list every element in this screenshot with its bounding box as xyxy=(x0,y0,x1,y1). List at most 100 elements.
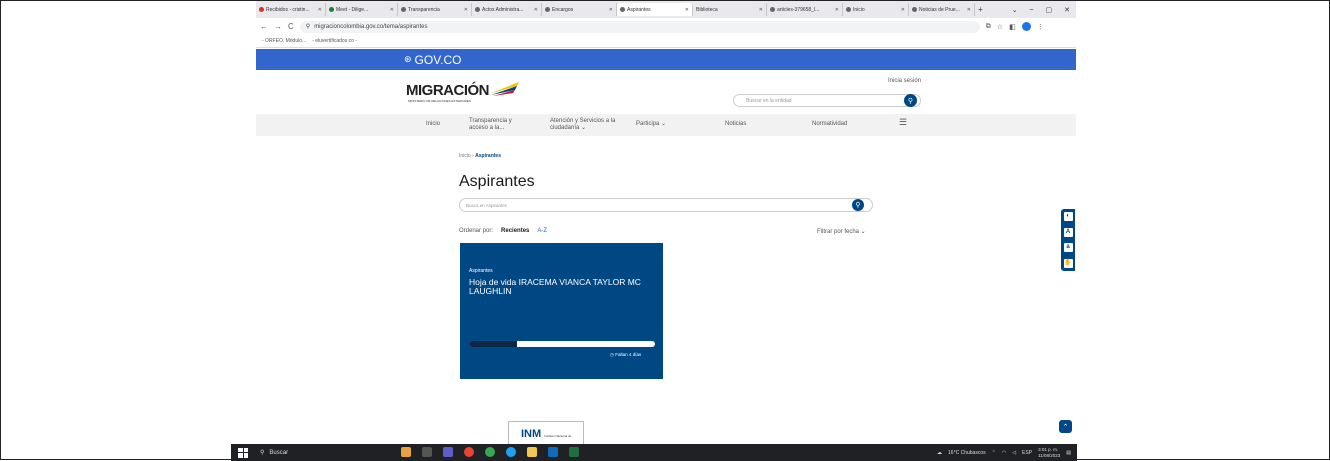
tab-2[interactable]: Transparencia ✕ xyxy=(398,3,472,16)
close-window-icon[interactable]: ✕ xyxy=(1064,6,1070,14)
sign-language-icon[interactable]: ✋ xyxy=(1063,258,1073,268)
card-title[interactable]: Hoja de vida IRACEMA VIANCA TAYLOR MC LA… xyxy=(469,278,649,296)
menu-dots-icon[interactable]: ⋮ xyxy=(1037,23,1044,31)
new-tab-button[interactable]: + xyxy=(975,3,986,16)
nav-normatividad[interactable]: Normatividad xyxy=(812,121,847,128)
close-icon[interactable]: ✕ xyxy=(835,7,839,13)
tab-0[interactable]: Recibidos - cristin... ✕ xyxy=(256,3,326,16)
font-increase-icon[interactable]: A xyxy=(1063,227,1073,237)
sort-options: Ordenar por: Recientes A-Z xyxy=(459,228,547,234)
tab-3[interactable]: Actos Administra... ✕ xyxy=(472,3,542,16)
minimize-icon[interactable]: – xyxy=(1030,6,1034,14)
breadcrumb-home[interactable]: Inicio xyxy=(459,153,471,159)
breadcrumb-current: Aspirantes xyxy=(475,153,501,159)
close-icon[interactable]: ✕ xyxy=(464,7,468,13)
migracion-logo[interactable]: MIGRACIÓN xyxy=(406,82,490,99)
forward-icon[interactable]: → xyxy=(274,22,282,31)
profile-avatar[interactable] xyxy=(1021,22,1031,31)
url-field[interactable]: ⚲ migracioncolombia.gov.co/tema/aspirant… xyxy=(299,20,980,33)
wifi-icon[interactable]: ◠ xyxy=(1002,450,1006,456)
weather-text[interactable]: 16°C Chubascos xyxy=(948,450,986,456)
chevron-down-icon[interactable]: ⌄ xyxy=(1012,6,1018,14)
govco-bar: ⊛ GOV.CO xyxy=(256,49,1076,70)
tab-4[interactable]: Encargos ✕ xyxy=(542,3,617,16)
nav-transparencia[interactable]: Transparencia y acceso a la... xyxy=(469,118,529,132)
notifications-icon[interactable]: ▤ xyxy=(1066,450,1071,456)
breadcrumb: Inicio › Aspirantes xyxy=(459,153,501,159)
search-icon[interactable]: ⚲ xyxy=(852,199,864,211)
logo-subtitle: MINISTERIO DE RELACIONES EXTERIORES xyxy=(408,99,471,103)
task-view-icon[interactable] xyxy=(422,447,432,457)
main-nav: Inicio Transparencia y acceso a la... At… xyxy=(256,114,1076,136)
close-icon[interactable]: ✕ xyxy=(759,7,763,13)
file-explorer-app-icon[interactable] xyxy=(527,447,537,457)
nav-noticias[interactable]: Noticias xyxy=(725,121,746,128)
reload-icon[interactable]: C xyxy=(288,22,294,31)
close-icon[interactable]: ✕ xyxy=(685,7,689,13)
chrome-profile-app-icon[interactable] xyxy=(485,447,495,457)
nav-participa[interactable]: Participa ⌄ xyxy=(636,121,666,128)
outlook-app-icon[interactable] xyxy=(548,447,558,457)
bookmark-1[interactable]: - eluvertificados.co - xyxy=(312,38,357,44)
close-icon[interactable]: ✕ xyxy=(318,7,322,13)
site-info-icon[interactable]: ⚲ xyxy=(306,23,310,30)
card-category: Aspirantes xyxy=(469,268,493,274)
tab-9[interactable]: Noticias de Prue... ✕ xyxy=(909,3,975,16)
tab-favicon-icon xyxy=(259,7,264,12)
share-icon[interactable]: ⧉ xyxy=(986,23,991,31)
taskbar-search[interactable]: ⚲ Buscar xyxy=(260,449,288,457)
tab-8[interactable]: Inicio ✕ xyxy=(843,3,909,16)
nav-atencion[interactable]: Atención y Servicios a la ciudadanía ⌄ xyxy=(550,118,630,132)
bookmark-star-icon[interactable]: ☆ xyxy=(997,23,1003,31)
search-icon[interactable]: ⚲ xyxy=(904,94,917,107)
sidepanel-icon[interactable]: ◧ xyxy=(1009,23,1016,31)
tray-chevron-icon[interactable]: ⌃ xyxy=(992,450,996,456)
close-icon[interactable]: ✕ xyxy=(901,7,905,13)
browser-window: Recibidos - cristin... ✕ Meet - Dilige...… xyxy=(256,1,1076,461)
sort-label: Ordenar por: xyxy=(459,228,494,234)
close-icon[interactable]: ✕ xyxy=(609,7,613,13)
clock[interactable]: 3:01 p. m. 11/08/2023 xyxy=(1038,447,1060,459)
govco-label[interactable]: GOV.CO xyxy=(415,53,462,67)
close-icon[interactable]: ✕ xyxy=(534,7,538,13)
close-icon[interactable]: ✕ xyxy=(390,7,394,13)
sort-recent-button[interactable]: Recientes xyxy=(501,228,529,234)
screenshot-frame: Recibidos - cristin... ✕ Meet - Dilige...… xyxy=(0,0,1330,461)
tab-5-active[interactable]: Aspirantes ✕ xyxy=(617,3,693,16)
date-filter-dropdown[interactable]: Filtrar por fecha ⌄ xyxy=(817,228,866,235)
scroll-top-button[interactable]: ⌃ xyxy=(1059,420,1072,433)
site-search-input[interactable]: Buscar en la entidad xyxy=(733,94,921,107)
maximize-icon[interactable]: ▢ xyxy=(1046,6,1053,14)
bookmarks-bar: - ORFEO. Módulo... - eluvertificados.co … xyxy=(256,35,1076,48)
excel-app-icon[interactable] xyxy=(569,447,579,457)
aspirante-card[interactable]: Aspirantes Hoja de vida IRACEMA VIANCA T… xyxy=(460,243,663,379)
globe-icon xyxy=(846,7,851,12)
teams-app-icon[interactable] xyxy=(443,447,453,457)
windows-start-icon[interactable] xyxy=(238,447,248,458)
edge-app-icon[interactable] xyxy=(506,447,516,457)
tab-6[interactable]: Biblioteca ✕ xyxy=(693,3,767,16)
globe-icon xyxy=(770,7,775,12)
login-link[interactable]: Inicia sesión xyxy=(888,78,921,84)
language-indicator[interactable]: ESP xyxy=(1022,450,1032,456)
sort-az-button[interactable]: A-Z xyxy=(537,228,547,234)
font-decrease-icon[interactable]: a xyxy=(1063,243,1073,253)
page-title: Aspirantes xyxy=(459,173,535,190)
bookmark-0[interactable]: - ORFEO. Módulo... xyxy=(262,38,306,44)
chrome-app-icon[interactable] xyxy=(464,447,474,457)
hamburger-menu-icon[interactable]: ☰ xyxy=(899,118,907,127)
globe-icon xyxy=(401,7,406,12)
briefcase-app-icon[interactable] xyxy=(401,447,411,457)
system-tray: ☁ 16°C Chubascos ⌃ ◠ ◁ ESP 3:01 p. m. 11… xyxy=(937,447,1071,459)
windows-taskbar: ⚲ Buscar ☁ 16°C Chubascos ⌃ ◠ ◁ ESP 3:01… xyxy=(231,444,1077,461)
contrast-icon[interactable]: ◐ xyxy=(1063,212,1073,222)
clock-icon: ◷ xyxy=(610,352,614,357)
tab-7[interactable]: articles-379658_l... ✕ xyxy=(767,3,843,16)
speaker-icon[interactable]: ◁ xyxy=(1012,450,1016,456)
tab-1[interactable]: Meet - Dilige... ✕ xyxy=(326,3,398,16)
nav-inicio[interactable]: Inicio xyxy=(426,121,440,128)
globe-icon xyxy=(620,7,625,12)
back-icon[interactable]: ← xyxy=(260,22,268,31)
close-icon[interactable]: ✕ xyxy=(967,7,971,13)
aspirantes-search-input[interactable]: Busca en Aspirantes xyxy=(459,198,873,212)
